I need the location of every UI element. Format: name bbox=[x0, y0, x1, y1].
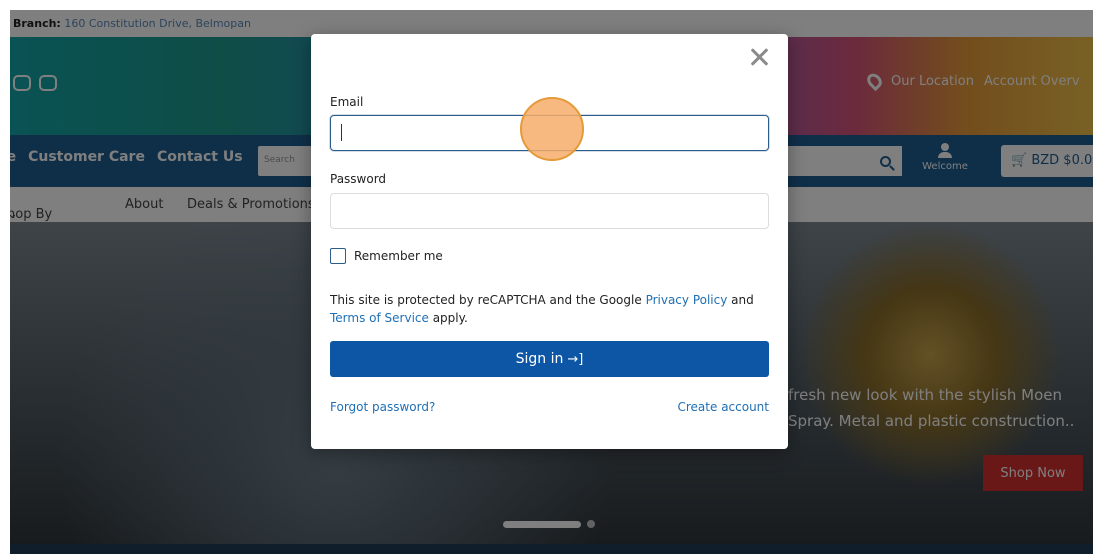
close-icon[interactable] bbox=[748, 46, 770, 68]
sign-in-button[interactable]: Sign in →] bbox=[330, 341, 769, 377]
remember-label: Remember me bbox=[354, 249, 443, 263]
text-caret bbox=[341, 124, 342, 141]
privacy-policy-link[interactable]: Privacy Policy bbox=[646, 293, 728, 307]
email-label: Email bbox=[330, 95, 364, 109]
terms-of-service-link[interactable]: Terms of Service bbox=[330, 311, 429, 325]
click-indicator bbox=[520, 97, 584, 161]
create-account-link[interactable]: Create account bbox=[678, 400, 770, 414]
recaptcha-notice: This site is protected by reCAPTCHA and … bbox=[330, 293, 754, 325]
sign-in-label: Sign in bbox=[515, 351, 564, 367]
forgot-password-link[interactable]: Forgot password? bbox=[330, 400, 435, 414]
password-label: Password bbox=[330, 172, 387, 186]
remember-checkbox[interactable] bbox=[330, 248, 346, 264]
password-field[interactable] bbox=[330, 193, 769, 229]
remember-me[interactable]: Remember me bbox=[330, 248, 443, 264]
sign-in-icon: →] bbox=[567, 351, 584, 367]
